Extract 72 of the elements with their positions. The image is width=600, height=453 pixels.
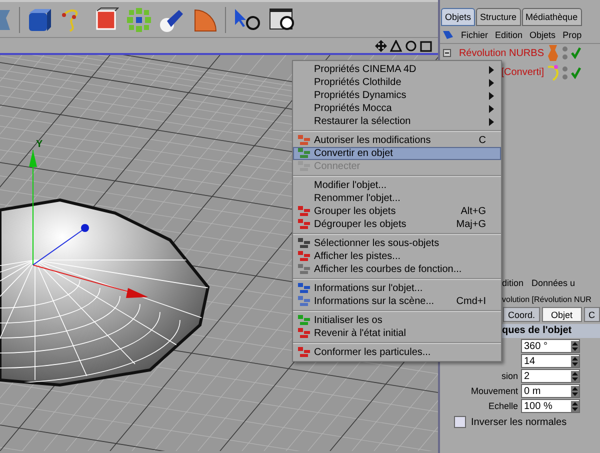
menu-item[interactable]: Conformer les particules...	[293, 346, 501, 359]
menu-item[interactable]: Renommer l'objet...	[293, 192, 501, 205]
stepper-icon[interactable]	[571, 386, 579, 396]
number-field[interactable]: 100 %	[521, 399, 580, 413]
manager-tab[interactable]: Objets	[441, 8, 476, 26]
menu-item[interactable]: Afficher les pistes...	[293, 250, 501, 263]
attribute-tab[interactable]: Coord.	[503, 307, 540, 322]
menu-item[interactable]: Propriétés CINEMA 4D	[293, 63, 501, 76]
maximize-icon[interactable]	[420, 40, 432, 52]
check-icon[interactable]	[571, 47, 581, 59]
menu-item[interactable]: Propriétés Dynamics	[293, 89, 501, 102]
menu-item-icon	[298, 238, 310, 249]
menu-bar-item[interactable]: Fichier	[461, 30, 488, 40]
menu-bar-item[interactable]: dition	[502, 278, 524, 288]
cube-icon[interactable]	[27, 6, 53, 32]
menu-bar-item[interactable]: Prop	[562, 30, 582, 40]
attribute-tab[interactable]: Objet	[542, 307, 582, 322]
visibility-dots-icon[interactable]	[562, 66, 568, 80]
attribute-tab[interactable]: C	[584, 307, 600, 322]
menu-item-icon	[298, 135, 310, 146]
menu-item-icon	[298, 296, 310, 307]
menu-item-icon	[298, 328, 310, 339]
visibility-dots-icon[interactable]	[562, 46, 568, 60]
menu-item[interactable]: Grouper les objets Alt+G	[293, 205, 501, 218]
menu-item-icon	[298, 206, 310, 217]
field-label: sion	[501, 371, 518, 381]
menu-item-icon	[298, 161, 310, 172]
number-field[interactable]: 2	[521, 369, 580, 383]
menu-item[interactable]: Initialiser les os	[293, 314, 501, 327]
menu-bar-item[interactable]: Données u	[532, 278, 576, 288]
rotate-icon[interactable]	[405, 40, 417, 52]
menu-item-icon	[298, 347, 310, 358]
menu-item[interactable]: Modifier l'objet...	[293, 179, 501, 192]
field-label: Mouvement	[470, 386, 518, 396]
menu-item-icon	[298, 219, 310, 230]
manager-tab[interactable]: Médiathèque	[522, 8, 582, 26]
number-field[interactable]: 0 m	[521, 384, 580, 398]
check-icon[interactable]	[571, 66, 581, 78]
checkbox[interactable]	[454, 416, 466, 428]
move-icon[interactable]	[375, 40, 387, 52]
menu-item-icon	[298, 264, 310, 275]
attributes-title: volution [Révolution NUR	[502, 294, 592, 304]
array-icon[interactable]	[126, 6, 152, 32]
menu-item-icon	[298, 283, 310, 294]
menu-item-icon	[298, 315, 310, 326]
axis-label: Y	[36, 139, 43, 150]
stepper-icon[interactable]	[571, 370, 579, 382]
menu-item[interactable]: Convertir en objet	[293, 147, 501, 160]
menu-item[interactable]: Propriétés Mocca	[293, 102, 501, 115]
menu-bar-item[interactable]: Edition	[495, 30, 523, 40]
triangle-icon[interactable]	[390, 40, 402, 52]
menu-item[interactable]: Autoriser les modifications C	[293, 134, 501, 147]
menu-item[interactable]: Restaurer la sélection	[293, 115, 501, 128]
number-field[interactable]: 360 °	[521, 339, 580, 353]
menu-item[interactable]: Propriétés Clothilde	[293, 76, 501, 89]
stepper-icon[interactable]	[571, 400, 579, 412]
menu-item-icon	[298, 148, 310, 159]
spline-icon	[547, 64, 559, 82]
menu-item-icon	[298, 251, 310, 262]
number-field[interactable]: 14	[521, 354, 580, 368]
menu-item[interactable]: Sélectionner les sous-objets	[293, 237, 501, 250]
collapse-toggle[interactable]	[443, 49, 451, 57]
stepper-icon[interactable]	[571, 356, 579, 366]
menu-item[interactable]: Afficher les courbes de fonction...	[293, 263, 501, 276]
menu-item[interactable]: Dégrouper les objets Maj+G	[293, 218, 501, 231]
menu-item[interactable]: Informations sur la scène... Cmd+I	[293, 295, 501, 308]
field-label: Echelle	[488, 401, 518, 411]
stepper-icon[interactable]	[571, 340, 579, 352]
menu-item[interactable]: Informations sur l'objet...	[293, 282, 501, 295]
menu-bar-item[interactable]: Objets	[530, 30, 556, 40]
checkbox-label: Inverser les normales	[471, 416, 567, 428]
manager-tab[interactable]: Structure	[476, 8, 521, 26]
